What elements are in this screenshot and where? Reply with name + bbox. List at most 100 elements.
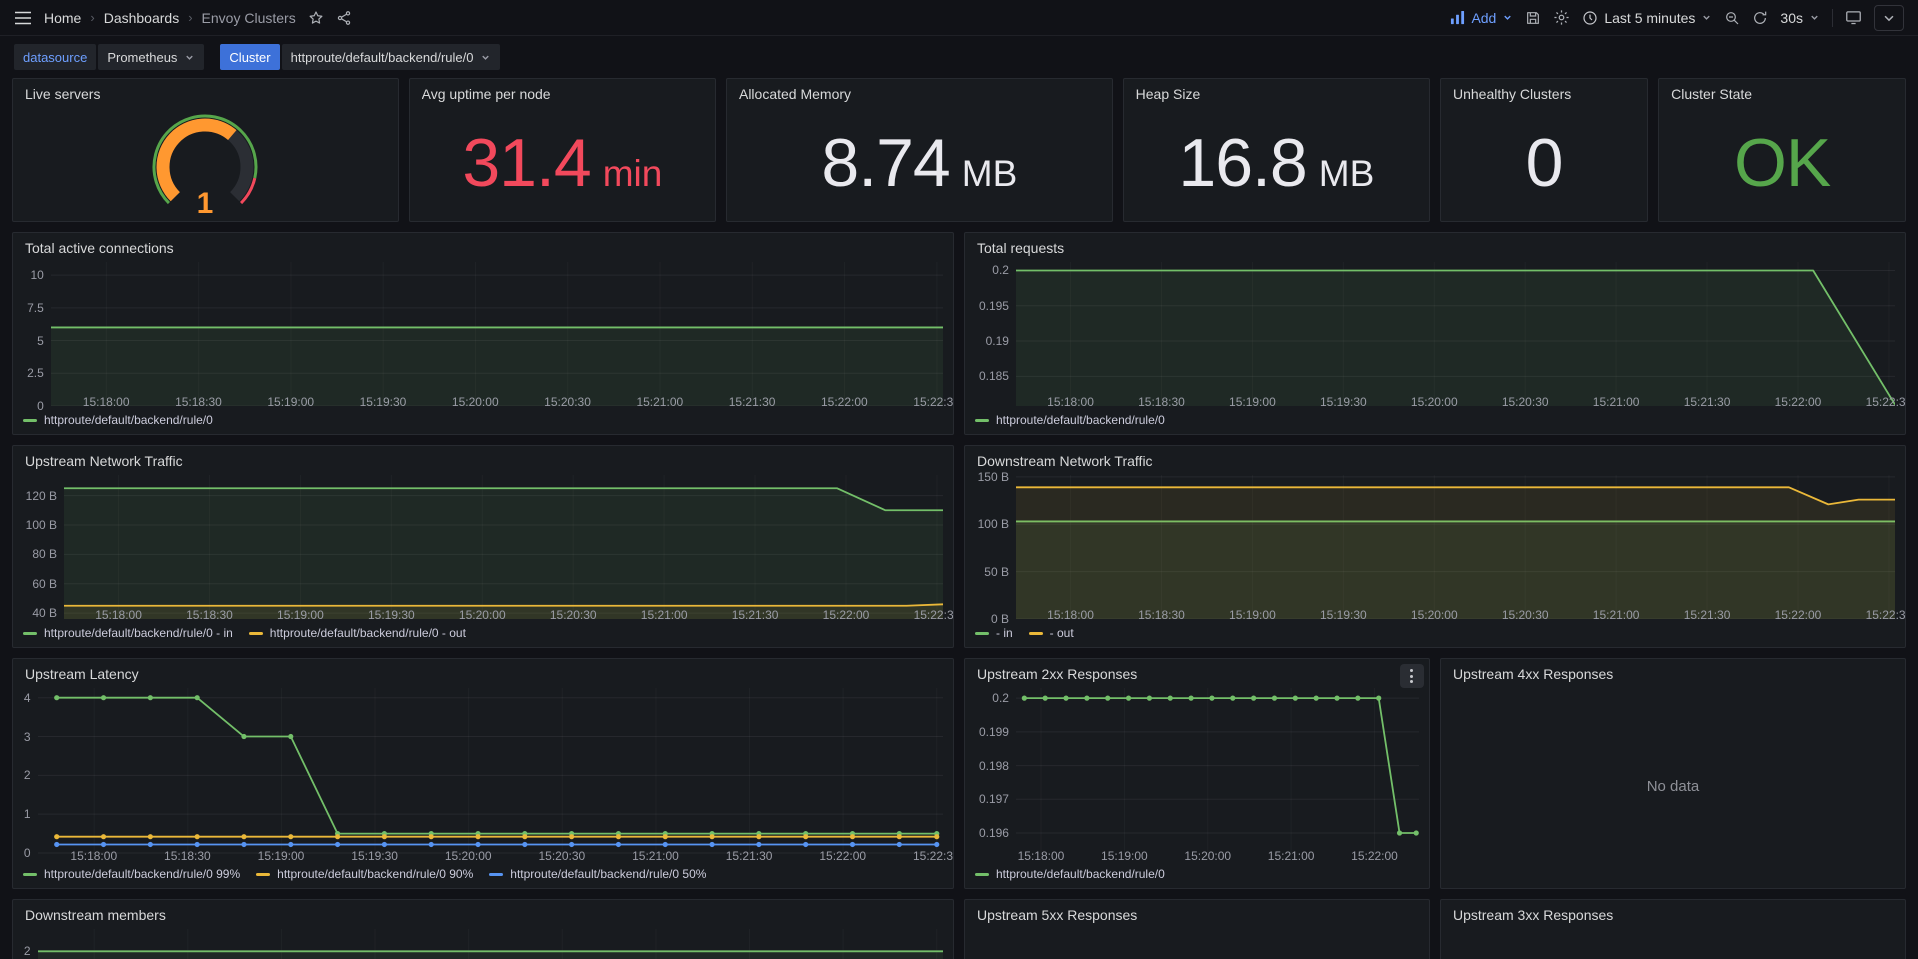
- refresh-interval-label: 30s: [1780, 10, 1803, 26]
- legend-label: httproute/default/backend/rule/0: [996, 413, 1165, 427]
- zoom-out-button[interactable]: [1724, 10, 1740, 26]
- legend-item[interactable]: httproute/default/backend/rule/0: [975, 413, 1165, 427]
- no-data-text: No data: [1647, 778, 1700, 795]
- plot-area[interactable]: [38, 688, 943, 846]
- legend-item[interactable]: httproute/default/backend/rule/0 90%: [256, 867, 473, 881]
- panel-title-bar[interactable]: Upstream 3xx Responses: [1441, 900, 1905, 925]
- panel-title-bar[interactable]: Cluster State: [1659, 79, 1905, 104]
- stat-value: OK: [1734, 129, 1830, 197]
- y-axis: 01234: [19, 688, 38, 864]
- legend-item[interactable]: httproute/default/backend/rule/0 99%: [23, 867, 240, 881]
- x-tick-label: 15:22:00: [1775, 396, 1822, 408]
- legend-label: httproute/default/backend/rule/0 90%: [277, 867, 473, 881]
- panel-title-bar[interactable]: Upstream Latency: [13, 659, 953, 684]
- x-axis: 15:18:0015:18:3015:19:0015:19:3015:20:00…: [1016, 392, 1895, 410]
- x-tick-label: 15:21:30: [732, 609, 779, 621]
- panel-title-bar[interactable]: Live servers: [13, 79, 398, 104]
- x-tick-label: 15:20:00: [1411, 609, 1458, 621]
- panel-title-bar[interactable]: Allocated Memory: [727, 79, 1112, 104]
- panel-title-bar[interactable]: Total active connections: [13, 233, 953, 258]
- y-tick-label: 2: [24, 769, 31, 781]
- datasource-variable-label: datasource: [14, 44, 96, 70]
- share-icon: [336, 10, 352, 26]
- kiosk-mode-button[interactable]: [1845, 9, 1862, 26]
- legend-item[interactable]: httproute/default/backend/rule/0 - in: [23, 626, 233, 640]
- legend-item[interactable]: httproute/default/backend/rule/0 50%: [489, 867, 706, 881]
- panel-upstream-latency: Upstream Latency 01234 15:18:0015:18:301…: [12, 658, 954, 889]
- datasource-variable-select[interactable]: Prometheus: [98, 44, 204, 70]
- y-tick-label: 7.5: [27, 302, 44, 314]
- cluster-variable-label: Cluster: [220, 44, 279, 70]
- cluster-variable-select[interactable]: httproute/default/backend/rule/0: [282, 44, 501, 70]
- variable-datasource: datasource Prometheus: [14, 44, 204, 70]
- legend: httproute/default/backend/rule/0: [13, 410, 953, 434]
- panel-total-requests: Total requests 0.1850.190.1950.2 15:18:0…: [964, 232, 1906, 435]
- time-range-picker[interactable]: Last 5 minutes: [1582, 10, 1712, 26]
- datasource-variable-value: Prometheus: [107, 50, 177, 65]
- stat-value-group: 0: [1526, 129, 1563, 197]
- panel-title-bar[interactable]: Upstream Network Traffic: [13, 446, 953, 471]
- panel-title-bar[interactable]: Heap Size: [1124, 79, 1429, 104]
- x-tick-label: 15:22:00: [819, 850, 866, 862]
- plot-area[interactable]: [1016, 475, 1895, 605]
- x-tick-label: 15:21:30: [729, 396, 776, 408]
- x-tick-label: 15:22:00: [823, 609, 870, 621]
- legend-swatch: [975, 419, 989, 422]
- add-button[interactable]: Add: [1450, 10, 1513, 26]
- dashboard-settings-button[interactable]: [1553, 9, 1570, 26]
- y-axis: 2: [19, 929, 38, 959]
- refresh-button[interactable]: [1752, 10, 1768, 26]
- panel-downstream-members: Downstream members 2 15:18:0015:18:3015:…: [12, 899, 954, 959]
- legend-item[interactable]: - out: [1029, 626, 1074, 640]
- x-axis: 15:18:0015:18:3015:19:0015:19:3015:20:00…: [51, 392, 943, 410]
- legend-label: httproute/default/backend/rule/0: [996, 867, 1165, 881]
- y-tick-label: 120 B: [26, 490, 57, 502]
- panel-title: Heap Size: [1136, 86, 1417, 102]
- y-tick-label: 5: [37, 335, 44, 347]
- legend-item[interactable]: - in: [975, 626, 1013, 640]
- caret-down-icon: [1701, 12, 1712, 23]
- y-tick-label: 0.2: [992, 692, 1009, 704]
- panel-title-bar[interactable]: Downstream members: [13, 900, 953, 925]
- x-tick-label: 15:20:30: [1502, 609, 1549, 621]
- refresh-interval-picker[interactable]: 30s: [1780, 10, 1820, 26]
- x-tick-label: 15:18:30: [1138, 396, 1185, 408]
- clock-icon: [1582, 10, 1598, 26]
- save-icon: [1525, 10, 1541, 26]
- legend-item[interactable]: httproute/default/backend/rule/0: [975, 867, 1165, 881]
- share-button[interactable]: [336, 10, 352, 26]
- plot-area[interactable]: [38, 929, 943, 959]
- panel-title-bar[interactable]: Upstream 5xx Responses: [965, 900, 1429, 925]
- legend: - in - out: [965, 623, 1905, 647]
- plot-area[interactable]: [1016, 262, 1895, 392]
- y-tick-label: 0.199: [979, 726, 1009, 738]
- y-axis: 0.1850.190.1950.2: [971, 262, 1016, 410]
- legend-item[interactable]: httproute/default/backend/rule/0: [23, 413, 213, 427]
- plot-area[interactable]: [64, 475, 943, 605]
- breadcrumb-dashboards[interactable]: Dashboards: [104, 10, 180, 26]
- favorite-button[interactable]: [308, 10, 324, 26]
- save-dashboard-button[interactable]: [1525, 10, 1541, 26]
- x-tick-label: 15:21:30: [726, 850, 773, 862]
- legend-label: httproute/default/backend/rule/0 - in: [44, 626, 233, 640]
- panel-title-bar[interactable]: Upstream 4xx Responses: [1441, 659, 1905, 684]
- breadcrumb-home[interactable]: Home: [44, 10, 81, 26]
- panel-title-bar[interactable]: Unhealthy Clusters: [1441, 79, 1647, 104]
- panel-title-bar[interactable]: Avg uptime per node: [410, 79, 715, 104]
- toolbar-collapse-button[interactable]: [1874, 5, 1904, 31]
- plot-area[interactable]: [51, 262, 943, 392]
- x-tick-label: 15:19:00: [258, 850, 305, 862]
- x-tick-label: 15:22:30: [913, 396, 954, 408]
- panel-title-bar[interactable]: Upstream 2xx Responses: [965, 659, 1429, 684]
- panel-title-bar[interactable]: Downstream Network Traffic: [965, 446, 1905, 471]
- y-tick-label: 60 B: [32, 578, 57, 590]
- panel-title: Live servers: [25, 86, 386, 102]
- panel-menu-button[interactable]: [1400, 664, 1424, 688]
- y-tick-label: 4: [24, 692, 31, 704]
- plot-area[interactable]: [1016, 688, 1419, 846]
- menu-button[interactable]: [14, 11, 32, 25]
- kebab-icon: [1410, 675, 1413, 678]
- legend-item[interactable]: httproute/default/backend/rule/0 - out: [249, 626, 466, 640]
- panel-title-bar[interactable]: Total requests: [965, 233, 1905, 258]
- legend-swatch: [975, 632, 989, 635]
